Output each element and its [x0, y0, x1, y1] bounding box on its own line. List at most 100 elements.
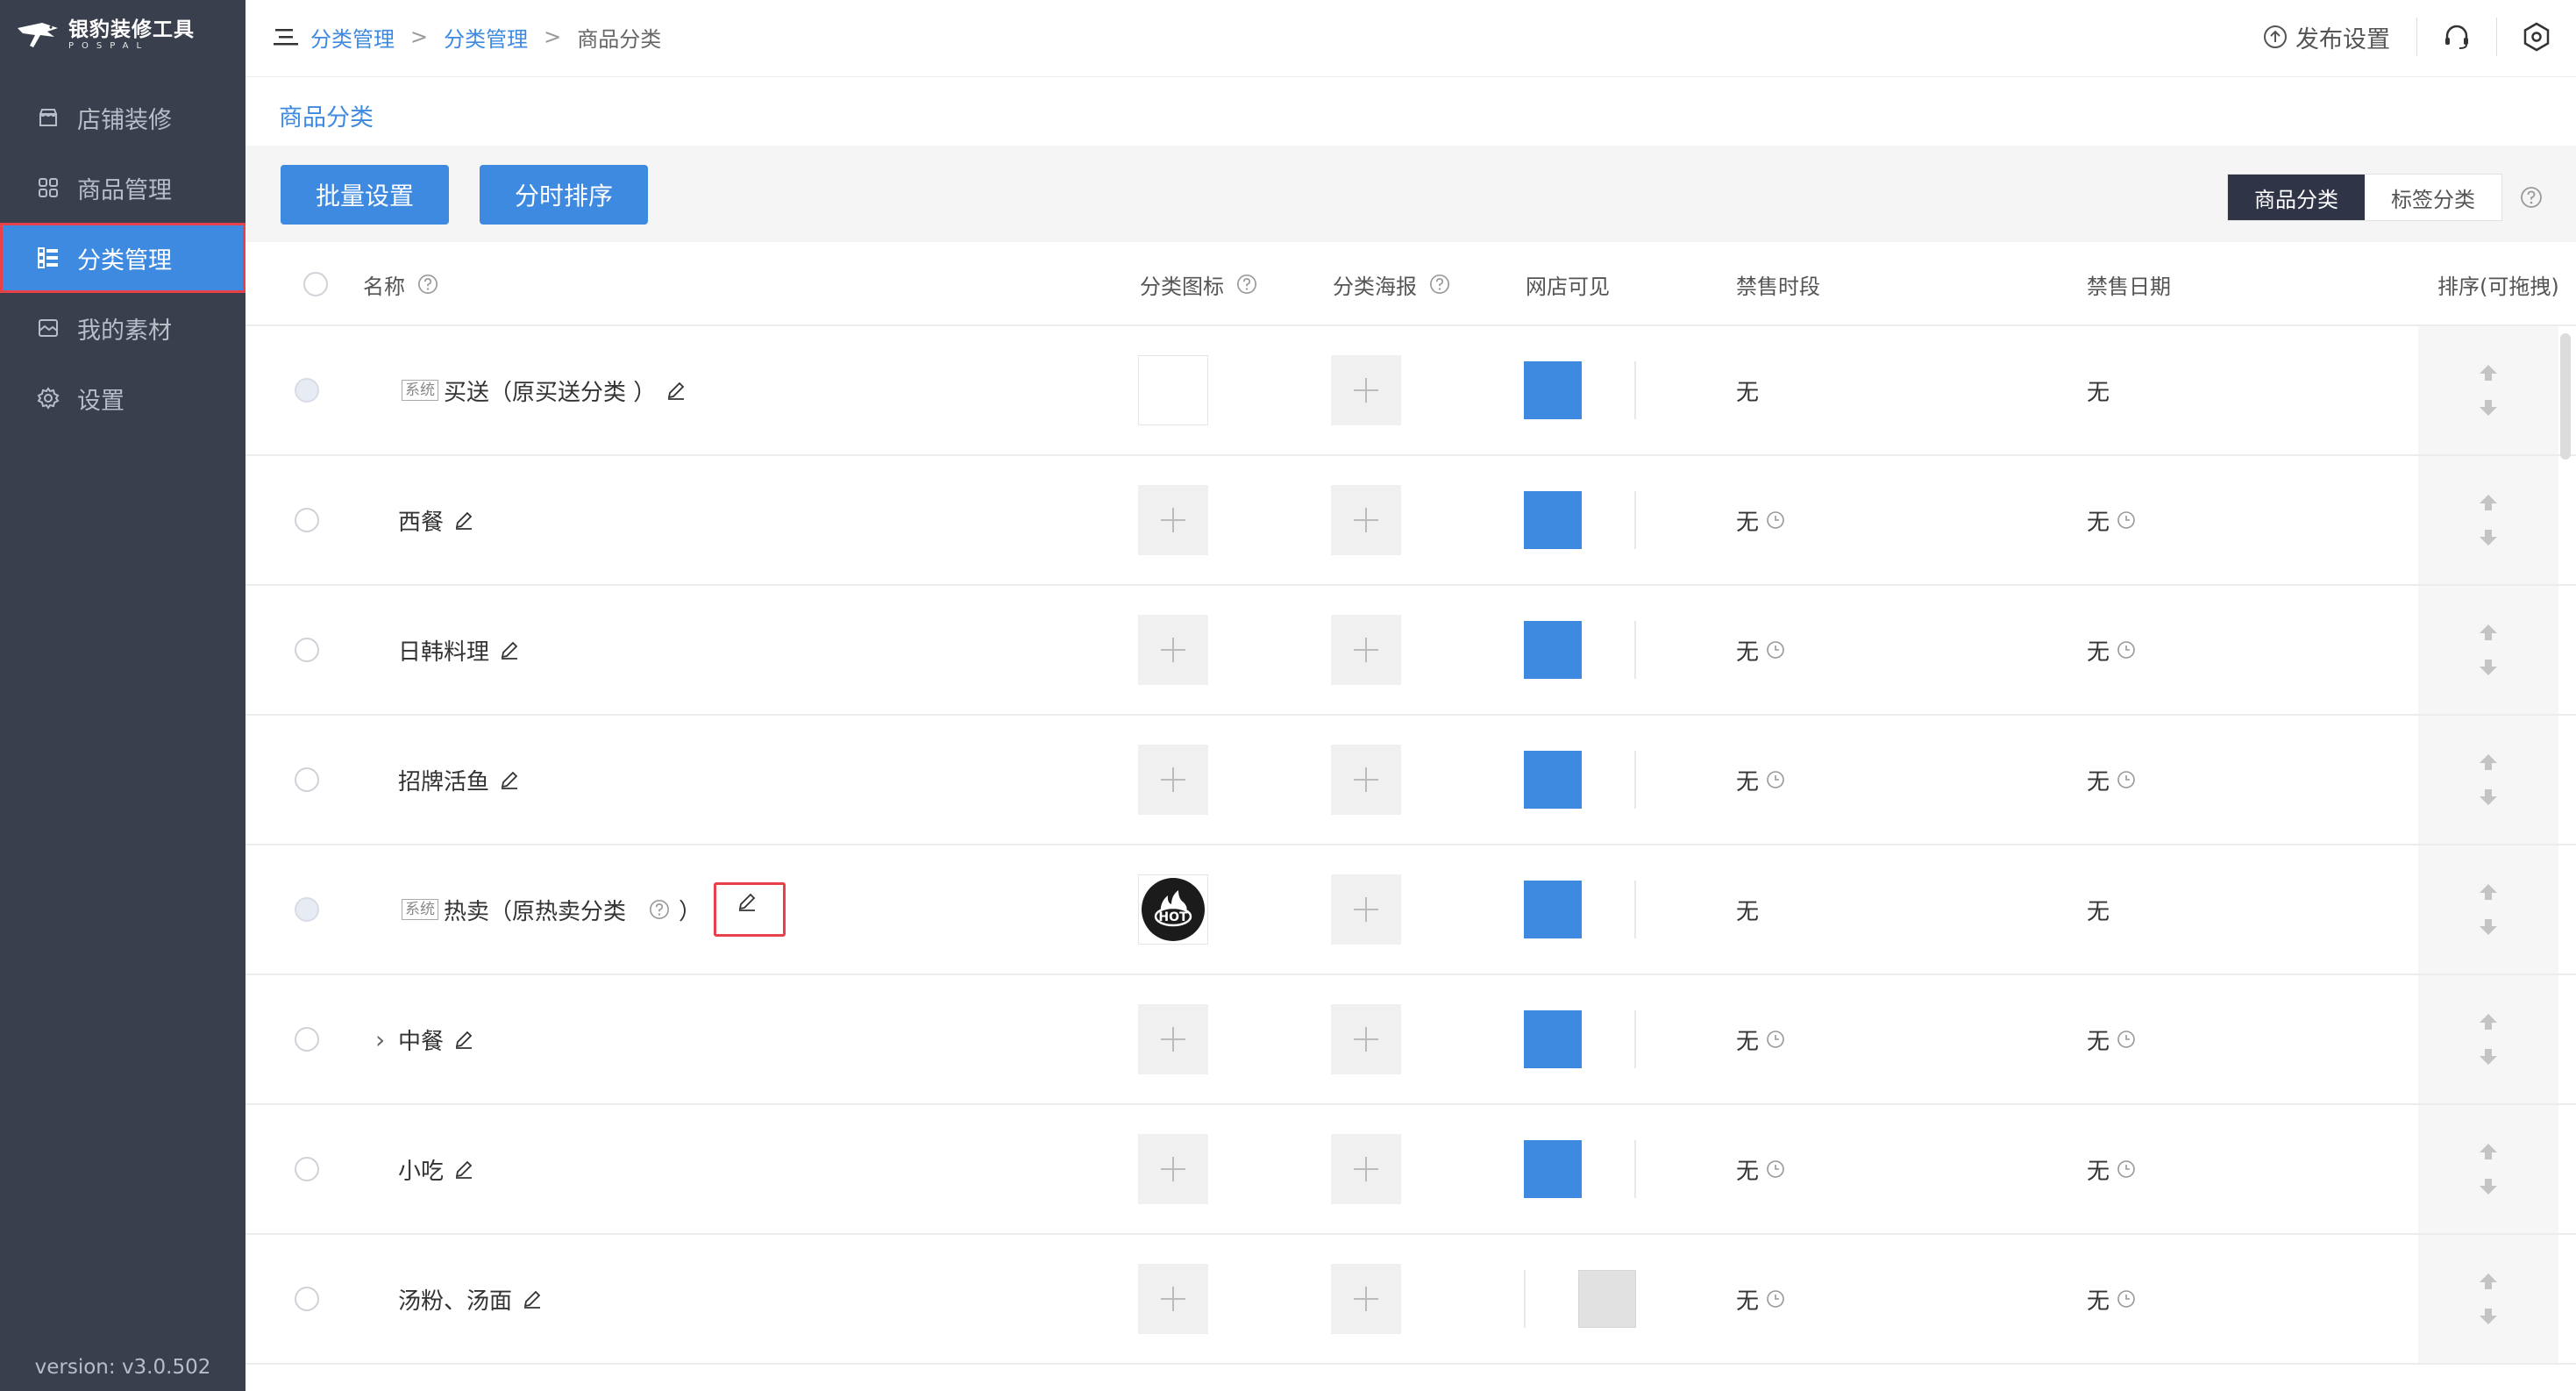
- icon-upload[interactable]: [1138, 485, 1208, 555]
- sidebar-item-product-management[interactable]: 商品管理: [0, 153, 246, 223]
- visibility-toggle[interactable]: [1524, 881, 1636, 938]
- arrow-up-icon[interactable]: [2477, 1012, 2500, 1031]
- clock-icon[interactable]: [1766, 1289, 1785, 1309]
- sort-handle[interactable]: [2418, 975, 2558, 1103]
- row-checkbox[interactable]: [295, 508, 319, 532]
- visibility-toggle[interactable]: [1524, 491, 1636, 549]
- arrow-down-icon[interactable]: [2477, 398, 2500, 417]
- arrow-up-icon[interactable]: [2477, 1272, 2500, 1291]
- arrow-up-icon[interactable]: [2477, 753, 2500, 772]
- sort-handle[interactable]: [2418, 1105, 2558, 1233]
- arrow-up-icon[interactable]: [2477, 1142, 2500, 1161]
- help-icon[interactable]: [649, 899, 670, 920]
- icon-upload[interactable]: [1138, 1264, 1208, 1334]
- batch-settings-button[interactable]: 批量设置: [281, 165, 450, 225]
- icon-upload[interactable]: [1138, 1134, 1208, 1204]
- time-sort-button[interactable]: 分时排序: [480, 165, 649, 225]
- icon-upload[interactable]: [1138, 745, 1208, 815]
- hot-category-icon[interactable]: HOT: [1138, 874, 1208, 945]
- sidebar-item-my-materials[interactable]: 我的素材: [0, 293, 246, 363]
- menu-toggle-icon[interactable]: [272, 26, 300, 47]
- poster-upload[interactable]: [1331, 745, 1401, 815]
- sort-handle[interactable]: [2418, 456, 2558, 584]
- edit-pencil-icon[interactable]: [452, 1158, 475, 1181]
- clock-icon[interactable]: [2117, 640, 2136, 660]
- sidebar-item-settings[interactable]: 设置: [0, 363, 246, 433]
- visibility-toggle[interactable]: [1524, 1010, 1636, 1068]
- clock-icon[interactable]: [2117, 1159, 2136, 1179]
- visibility-toggle[interactable]: [1524, 751, 1636, 809]
- tab-tag-category[interactable]: 标签分类: [2365, 175, 2501, 220]
- edit-pencil-icon[interactable]: [736, 890, 758, 913]
- icon-upload[interactable]: [1138, 1004, 1208, 1074]
- poster-upload[interactable]: [1331, 615, 1401, 685]
- breadcrumb-link-2[interactable]: 分类管理: [444, 22, 528, 53]
- settings-button[interactable]: [2497, 0, 2576, 74]
- vertical-scrollbar[interactable]: [2560, 333, 2571, 460]
- clock-icon[interactable]: [2117, 1030, 2136, 1049]
- publish-settings-button[interactable]: 发布设置: [2262, 20, 2390, 54]
- arrow-up-icon[interactable]: [2477, 363, 2500, 382]
- sort-handle[interactable]: [2418, 586, 2558, 714]
- clock-icon[interactable]: [1766, 1159, 1785, 1179]
- clock-icon[interactable]: [1766, 640, 1785, 660]
- category-icon-blank[interactable]: [1138, 355, 1208, 425]
- arrow-down-icon[interactable]: [2477, 1307, 2500, 1326]
- help-icon[interactable]: [1429, 274, 1450, 295]
- edit-pencil-icon[interactable]: [452, 1028, 475, 1051]
- edit-pencil-icon[interactable]: [452, 509, 475, 531]
- clock-icon[interactable]: [2117, 1289, 2136, 1309]
- tab-product-category[interactable]: 商品分类: [2228, 175, 2365, 220]
- row-checkbox[interactable]: [295, 1027, 319, 1052]
- row-checkbox[interactable]: [295, 1157, 319, 1181]
- row-checkbox[interactable]: [295, 1287, 319, 1311]
- arrow-down-icon[interactable]: [2477, 917, 2500, 937]
- poster-upload[interactable]: [1331, 1004, 1401, 1074]
- sort-handle[interactable]: [2418, 326, 2558, 454]
- visibility-toggle[interactable]: [1524, 1270, 1636, 1328]
- poster-upload[interactable]: [1331, 874, 1401, 945]
- row-checkbox[interactable]: [295, 767, 319, 792]
- arrow-down-icon[interactable]: [2477, 1177, 2500, 1196]
- edit-pencil-icon[interactable]: [498, 768, 521, 791]
- help-icon[interactable]: [1236, 274, 1257, 295]
- category-type-toggle: 商品分类 标签分类: [2227, 174, 2502, 221]
- customer-service-button[interactable]: [2417, 0, 2496, 74]
- clock-icon[interactable]: [1766, 1030, 1785, 1049]
- visibility-toggle[interactable]: [1524, 621, 1636, 679]
- visibility-toggle[interactable]: [1524, 361, 1636, 419]
- edit-pencil-icon[interactable]: [665, 379, 687, 402]
- select-all-checkbox[interactable]: [303, 242, 328, 326]
- edit-pencil-icon[interactable]: [521, 1288, 544, 1310]
- arrow-down-icon[interactable]: [2477, 1047, 2500, 1066]
- arrow-down-icon[interactable]: [2477, 528, 2500, 547]
- arrow-down-icon[interactable]: [2477, 658, 2500, 677]
- visibility-toggle[interactable]: [1524, 1140, 1636, 1198]
- poster-upload[interactable]: [1331, 1134, 1401, 1204]
- poster-upload[interactable]: [1331, 1264, 1401, 1334]
- row-checkbox[interactable]: [295, 638, 319, 662]
- sidebar-item-category-management[interactable]: 分类管理: [0, 223, 246, 293]
- clock-icon[interactable]: [1766, 510, 1785, 530]
- edit-pencil-icon[interactable]: [498, 638, 521, 661]
- sort-handle[interactable]: [2418, 1235, 2558, 1363]
- arrow-up-icon[interactable]: [2477, 882, 2500, 902]
- poster-upload[interactable]: [1331, 485, 1401, 555]
- breadcrumb-link-1[interactable]: 分类管理: [310, 22, 395, 53]
- sort-handle[interactable]: [2418, 845, 2558, 974]
- poster-upload[interactable]: [1331, 355, 1401, 425]
- clock-icon[interactable]: [1766, 770, 1785, 789]
- highlighted-edit-target[interactable]: [714, 882, 786, 937]
- clock-icon[interactable]: [2117, 510, 2136, 530]
- arrow-down-icon[interactable]: [2477, 788, 2500, 807]
- arrow-up-icon[interactable]: [2477, 493, 2500, 512]
- help-icon[interactable]: [2520, 186, 2543, 209]
- sort-handle[interactable]: [2418, 716, 2558, 844]
- app-logo[interactable]: 银豹装修工具 POSPAL: [16, 16, 235, 54]
- clock-icon[interactable]: [2117, 770, 2136, 789]
- sidebar-item-store-decoration[interactable]: 店铺装修: [0, 82, 246, 153]
- expand-chevron-icon[interactable]: ›: [375, 1025, 385, 1054]
- icon-upload[interactable]: [1138, 615, 1208, 685]
- help-icon[interactable]: [417, 274, 438, 295]
- arrow-up-icon[interactable]: [2477, 623, 2500, 642]
